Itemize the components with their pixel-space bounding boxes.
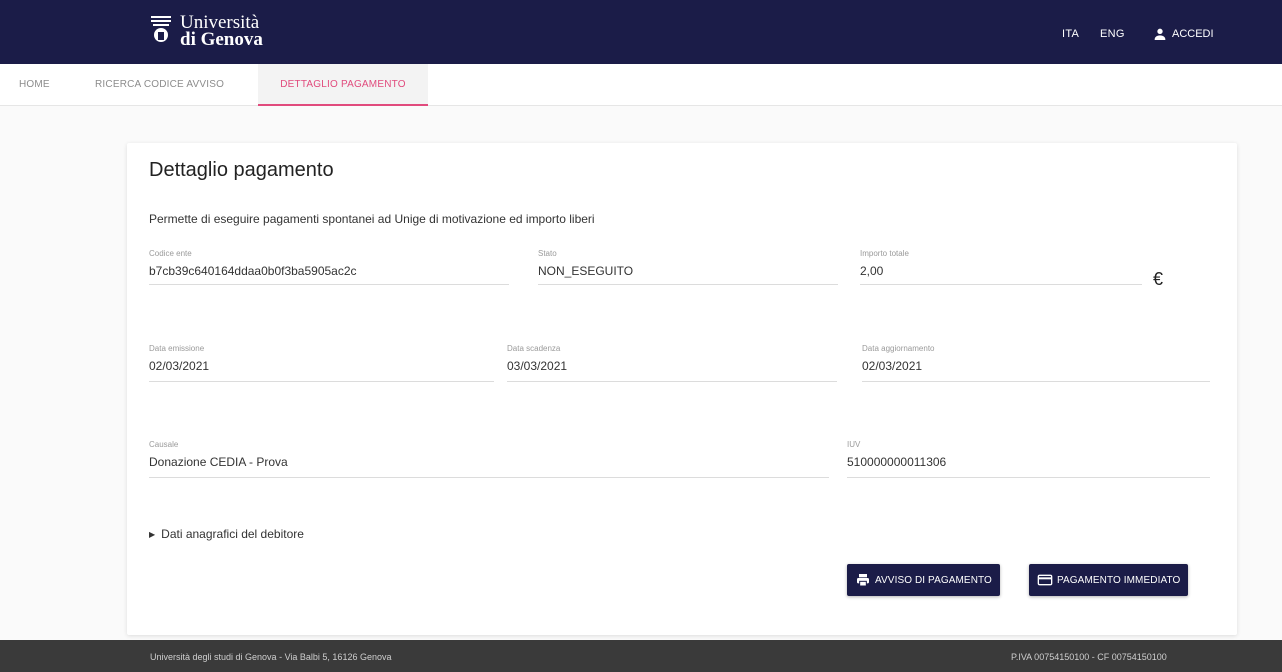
causale-field: Causale Donazione CEDIA - Prova [149, 440, 829, 478]
data-aggiornamento-label: Data aggiornamento [862, 344, 935, 353]
data-aggiornamento-value: 02/03/2021 [862, 359, 923, 373]
data-emissione-label: Data emissione [149, 344, 205, 353]
stato-field: Stato NON_ESEGUITO [538, 249, 838, 285]
stato-value: NON_ESEGUITO [538, 264, 634, 278]
person-icon [1154, 28, 1166, 40]
payment-detail-card: Dettaglio pagamento Permette di eseguire… [127, 143, 1237, 635]
iuv-field: IUV 510000000011306 [847, 440, 1210, 478]
causale-value: Donazione CEDIA - Prova [149, 455, 288, 469]
data-scadenza-label: Data scadenza [507, 344, 561, 353]
printer-icon [857, 574, 869, 587]
university-logo[interactable]: Università di Genova [150, 13, 263, 50]
tab-ricerca-codice-avviso[interactable]: RICERCA CODICE AVVISO [95, 64, 224, 106]
page-description: Permette di eseguire pagamenti spontanei… [149, 212, 595, 226]
debtor-details-label: Dati anagrafici del debitore [161, 527, 304, 541]
causale-label: Causale [149, 440, 179, 449]
caret-right-icon: ▶ [149, 529, 156, 539]
page-title: Dettaglio pagamento [149, 159, 334, 181]
lang-eng-link[interactable]: ENG [1100, 28, 1125, 40]
stato-label: Stato [538, 249, 557, 258]
nav-bar: HOME RICERCA CODICE AVVISO DETTAGLIO PAG… [0, 64, 1282, 106]
codice-ente-label: Codice ente [149, 249, 192, 258]
login-label: ACCEDI [1172, 28, 1214, 40]
importo-label: Importo totale [860, 249, 909, 258]
footer-vat: P.IVA 00754150100 - CF 00754150100 [1011, 652, 1167, 662]
importo-value: 2,00 [860, 264, 884, 278]
pagamento-immediato-button[interactable]: PAGAMENTO IMMEDIATO [1029, 564, 1189, 596]
footer: Università degli studi di Genova - Via B… [0, 640, 1282, 672]
logo-text-line2: di Genova [180, 29, 263, 50]
debtor-details-toggle[interactable]: ▶ Dati anagrafici del debitore [149, 527, 304, 541]
tab-home[interactable]: HOME [19, 64, 50, 106]
university-emblem-icon [151, 16, 171, 42]
data-emissione-value: 02/03/2021 [149, 359, 210, 373]
credit-card-icon [1037, 574, 1053, 586]
data-aggiornamento-field: Data aggiornamento 02/03/2021 [862, 344, 1210, 382]
importo-field: Importo totale 2,00 [860, 249, 1142, 285]
iuv-label: IUV [847, 440, 861, 449]
euro-currency-symbol: € [1153, 269, 1164, 289]
tab-dettaglio-pagamento[interactable]: DETTAGLIO PAGAMENTO [258, 64, 428, 106]
login-button[interactable]: ACCEDI [1152, 26, 1214, 42]
iuv-value: 510000000011306 [847, 455, 947, 469]
avviso-pagamento-label: AVVISO DI PAGAMENTO [875, 574, 992, 586]
avviso-pagamento-button[interactable]: AVVISO DI PAGAMENTO [847, 564, 1000, 596]
top-bar: Università di Genova ITA ENG ACCEDI [0, 0, 1282, 64]
codice-ente-field: Codice ente b7cb39c640164ddaa0b0f3ba5905… [149, 249, 509, 285]
footer-address: Università degli studi di Genova - Via B… [150, 652, 392, 662]
pagamento-immediato-label: PAGAMENTO IMMEDIATO [1057, 574, 1181, 586]
data-scadenza-field: Data scadenza 03/03/2021 [507, 344, 837, 382]
data-scadenza-value: 03/03/2021 [507, 359, 568, 373]
lang-ita-link[interactable]: ITA [1062, 28, 1079, 40]
codice-ente-value: b7cb39c640164ddaa0b0f3ba5905ac2c [149, 264, 357, 278]
data-emissione-field: Data emissione 02/03/2021 [149, 344, 494, 382]
